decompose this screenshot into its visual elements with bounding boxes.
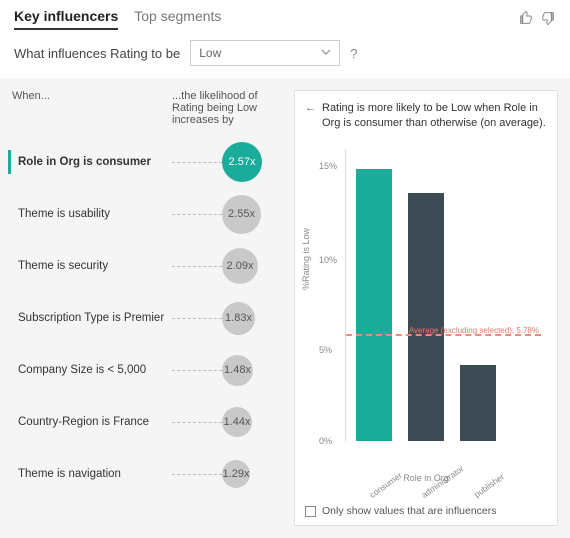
influencer-row[interactable]: Theme is navigation 1.29x	[12, 448, 282, 500]
x-axis-label: Role in Org	[305, 473, 547, 483]
influencer-label: Company Size is < 5,000	[12, 364, 172, 376]
influencer-list: When... ...the likelihood of Rating bein…	[12, 90, 282, 526]
y-tick: 5%	[319, 345, 332, 355]
influencer-label: Theme is navigation	[12, 468, 172, 480]
plot-area: Average (excluding selected): 5.78%	[345, 149, 541, 441]
influencer-label: Theme is usability	[12, 208, 172, 220]
column-when: When...	[12, 90, 172, 126]
connector-line	[172, 474, 222, 475]
influencer-row[interactable]: Company Size is < 5,000 1.48x	[12, 344, 282, 396]
average-line: Average (excluding selected): 5.78%	[346, 334, 541, 336]
thumbs-down-icon[interactable]	[540, 10, 556, 29]
connector-line	[172, 422, 222, 423]
influencer-bubble: 2.09x	[222, 248, 258, 284]
connector-line	[172, 370, 222, 371]
influencer-bubble: 1.83x	[222, 302, 255, 335]
influencer-row[interactable]: Theme is security 2.09x	[12, 240, 282, 292]
only-influencers-label: Only show values that are influencers	[322, 505, 497, 517]
only-influencers-checkbox[interactable]	[305, 506, 316, 517]
tab-key-influencers[interactable]: Key influencers	[14, 8, 118, 30]
y-tick: 10%	[319, 255, 337, 265]
influencer-row[interactable]: Theme is usability 2.55x	[12, 188, 282, 240]
influencer-label: Theme is security	[12, 260, 172, 272]
help-icon[interactable]: ?	[350, 46, 357, 61]
influencer-row[interactable]: Country-Region is France 1.44x	[12, 396, 282, 448]
detail-panel: ← Rating is more likely to be Low when R…	[294, 90, 558, 526]
average-label: Average (excluding selected): 5.78%	[409, 326, 539, 335]
influencer-bubble: 2.55x	[222, 195, 261, 234]
bar-chart: %Rating is Low 0% 5% 10% 15% Average (ex…	[305, 139, 547, 501]
influencer-bubble: 1.29x	[222, 460, 250, 488]
connector-line	[172, 266, 222, 267]
chevron-down-icon	[321, 46, 331, 60]
influencer-row[interactable]: Subscription Type is Premier 1.83x	[12, 292, 282, 344]
influencer-label: Country-Region is France	[12, 416, 172, 428]
y-ticks: 0% 5% 10% 15%	[319, 149, 343, 441]
tab-top-segments[interactable]: Top segments	[134, 8, 221, 30]
bar-administrator[interactable]	[408, 193, 444, 441]
influencer-row[interactable]: Role in Org is consumer 2.57x	[12, 136, 282, 188]
dropdown-value: Low	[199, 46, 221, 60]
bar-publisher[interactable]	[460, 365, 496, 441]
thumbs-up-icon[interactable]	[518, 10, 534, 29]
target-value-dropdown[interactable]: Low	[190, 40, 340, 66]
influencer-label: Subscription Type is Premier	[12, 312, 172, 324]
back-arrow-icon[interactable]: ←	[305, 101, 316, 131]
y-tick: 15%	[319, 161, 337, 171]
connector-line	[172, 214, 222, 215]
influencer-bubble: 1.44x	[222, 407, 252, 437]
connector-line	[172, 162, 222, 163]
y-tick: 0%	[319, 436, 332, 446]
bar-consumer[interactable]	[356, 169, 392, 441]
column-likelihood: ...the likelihood of Rating being Low in…	[172, 90, 282, 126]
influencer-label: Role in Org is consumer	[12, 156, 172, 168]
y-axis-label: %Rating is Low	[301, 228, 311, 290]
question-prefix: What influences Rating to be	[14, 46, 180, 61]
insight-text: Rating is more likely to be Low when Rol…	[322, 101, 547, 131]
connector-line	[172, 318, 222, 319]
influencer-bubble: 1.48x	[222, 355, 253, 386]
influencer-bubble: 2.57x	[222, 142, 262, 182]
